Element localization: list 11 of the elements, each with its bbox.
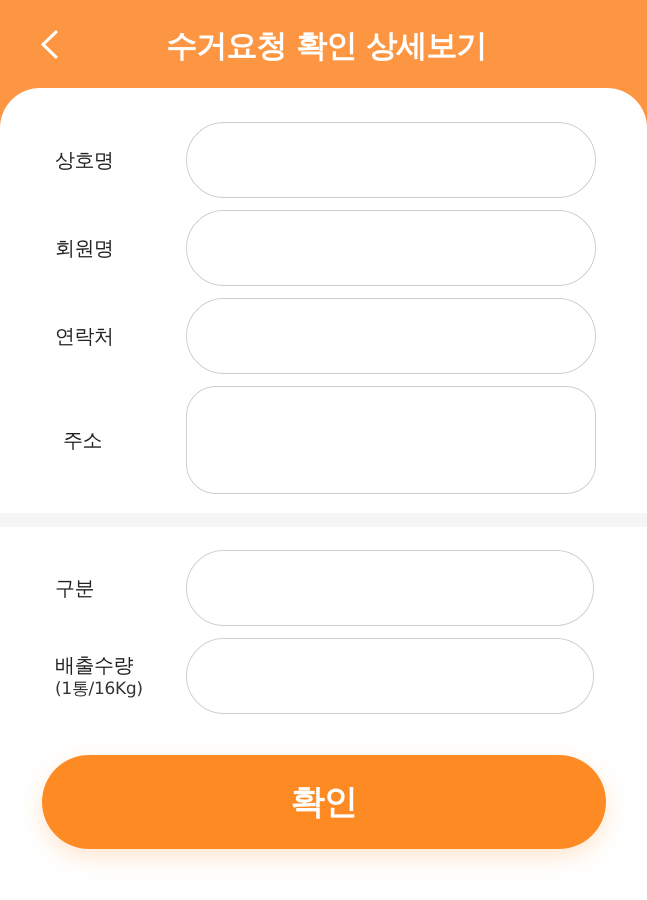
- page-title: 수거요청 확인 상세보기: [166, 27, 486, 65]
- chevron-left-icon: [40, 30, 58, 59]
- address-field[interactable]: [186, 386, 596, 494]
- field-label: 배출수량: [55, 652, 133, 678]
- field-label: 상호명: [55, 147, 114, 173]
- field-label: 회원명: [55, 235, 114, 261]
- field-label: 연락처: [55, 323, 114, 349]
- field-label: 주소: [63, 427, 102, 453]
- confirm-button[interactable]: 확인: [42, 755, 606, 849]
- field-label: 구분: [55, 575, 94, 601]
- unit-note: (1통/16Kg): [55, 678, 143, 700]
